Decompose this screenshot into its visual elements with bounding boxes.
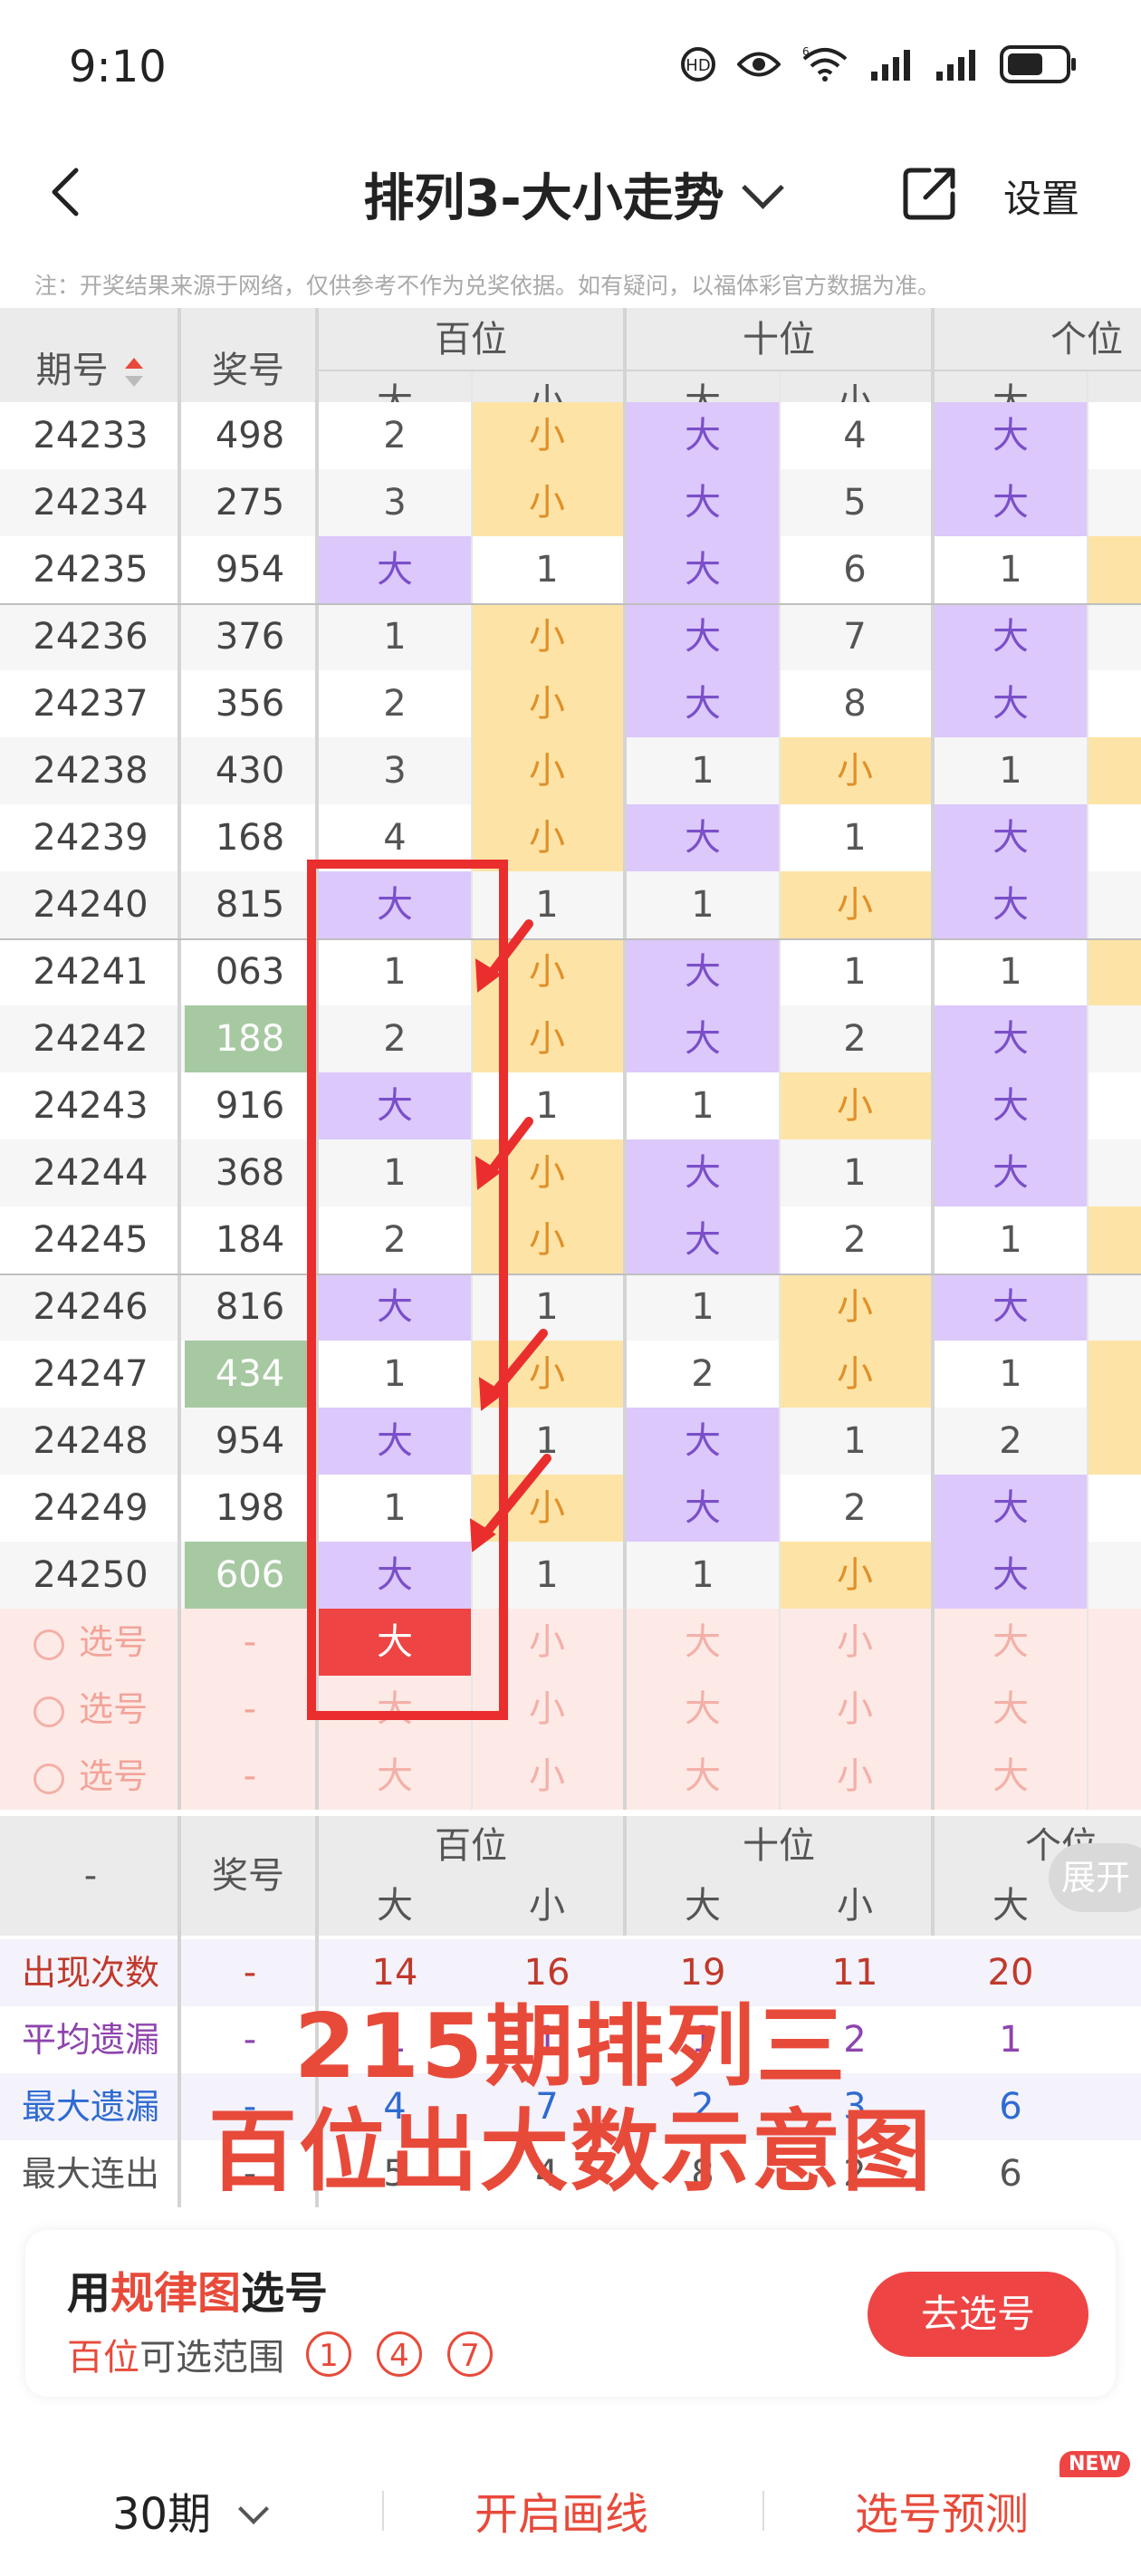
period-selector-label: 30期 — [112, 2489, 212, 2540]
new-badge: NEW — [1060, 2451, 1130, 2477]
card-sub-highlight: 百位 — [67, 2337, 139, 2379]
draw-line-button[interactable]: 开启画线 — [475, 2478, 648, 2542]
chevron-down-icon — [238, 2494, 270, 2524]
range-number: 7 — [447, 2331, 493, 2377]
period-selector[interactable]: 30期 — [112, 2478, 270, 2542]
card-title-post: 选号 — [241, 2268, 329, 2319]
arrow-1 — [484, 919, 533, 981]
arrow-4 — [479, 1454, 551, 1541]
go-select-button[interactable]: 去选号 — [868, 2272, 1088, 2357]
card-subtitle: 百位 可选范围 1 4 7 — [67, 2328, 493, 2380]
highlight-box — [307, 860, 508, 1720]
bottom-toolbar: 30期 开启画线 选号预测 NEW — [0, 2446, 1141, 2576]
card-sub-text: 可选范围 — [139, 2337, 284, 2379]
divider — [382, 2491, 384, 2531]
arrow-2 — [484, 1117, 533, 1178]
divider — [762, 2491, 764, 2531]
card-title-pre: 用 — [67, 2268, 111, 2319]
predict-button[interactable]: 选号预测 — [855, 2478, 1029, 2542]
range-number: 1 — [306, 2331, 351, 2377]
card-title-highlight: 规律图 — [110, 2268, 242, 2319]
range-number: 4 — [377, 2331, 422, 2377]
annotation-arrows — [469, 919, 551, 1552]
overlay-title-line2: 百位出大数示意图 — [207, 2100, 933, 2204]
card-title: 用规律图选号 — [67, 2257, 328, 2321]
pattern-select-card: 用规律图选号 百位 可选范围 1 4 7 去选号 — [25, 2230, 1116, 2397]
